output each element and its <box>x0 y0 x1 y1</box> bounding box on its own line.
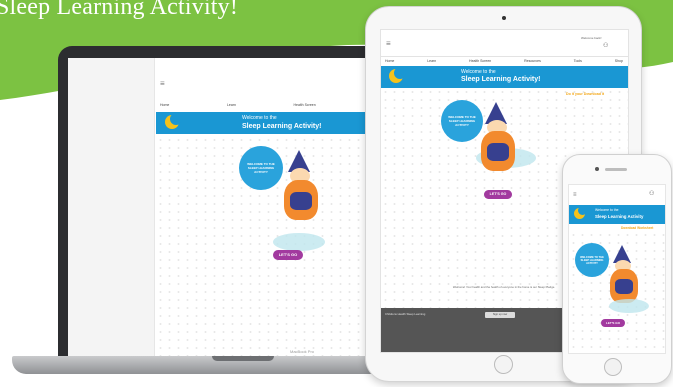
tablet-nav: Home Learn Health Screen Resources Tools… <box>385 59 623 63</box>
welcome-bubble: WELCOME TO THE SLEEP LEARNING ACTIVITY <box>239 146 283 190</box>
laptop-sidebar <box>68 58 155 358</box>
nav-item-health-screen[interactable]: Health Screen <box>469 59 491 63</box>
nav-item-tools[interactable]: Tools <box>574 59 582 63</box>
nav-item-learn[interactable]: Learn <box>427 59 436 63</box>
welcome-bubble: WELCOME TO THE SLEEP LEARNING ACTIVITY <box>441 100 483 142</box>
banner-title: Sleep Learning Activity! <box>0 0 239 20</box>
nav-item-home[interactable]: Home <box>160 103 169 107</box>
welcome-bubble: WELCOME TO THE SLEEP LEARNING ACTIVITY <box>575 243 609 277</box>
moon-cut <box>170 113 182 125</box>
menu-icon[interactable]: ≡ <box>386 40 391 48</box>
phone-home-button[interactable] <box>604 358 622 376</box>
fox-pajamas-icon <box>615 279 633 294</box>
lets-go-button[interactable]: LET'S GO <box>484 190 512 199</box>
phone-camera <box>595 167 599 171</box>
nav-item-health-screen[interactable]: Health Screen <box>293 103 315 107</box>
divider <box>381 56 628 57</box>
moon-cut <box>394 67 406 79</box>
account-greeting: Welcome back! <box>581 36 602 40</box>
hero-welcome: Welcome to the <box>595 208 619 212</box>
laptop-screen: ≡ Home Learn Health Screen Resources Wel… <box>68 58 400 358</box>
fox-pajamas-icon <box>290 192 312 210</box>
splash-shape <box>273 233 325 251</box>
menu-icon[interactable]: ≡ <box>160 80 165 88</box>
menu-icon[interactable]: ≡ <box>573 192 577 198</box>
nav-item-home[interactable]: Home <box>385 59 394 63</box>
laptop-nav: Home Learn Health Screen Resources <box>160 103 390 107</box>
phone-hero: Welcome to the Sleep Learning Activity <box>569 205 665 224</box>
moon-cut <box>578 206 587 215</box>
phone-speaker <box>605 168 627 171</box>
nav-item-shop[interactable]: Shop <box>615 59 623 63</box>
hero-welcome: Welcome to the <box>461 69 496 75</box>
footer-signup-button[interactable]: Sign up now <box>485 312 515 318</box>
nav-item-learn[interactable]: Learn <box>227 103 236 107</box>
hero-title: Sleep Learning Activity <box>595 214 644 219</box>
user-icon[interactable]: ⚇ <box>649 190 654 197</box>
laptop-hero: Welcome to the Sleep Learning Activity! <box>156 112 400 134</box>
download-link[interactable]: Download Worksheet <box>621 226 653 230</box>
footer-left-text: Childrens Health Sleep Learning <box>385 312 426 316</box>
laptop-model-label: MacBook Pro <box>289 349 314 354</box>
splash-shape <box>609 299 649 313</box>
hero-title: Sleep Learning Activity! <box>242 123 322 130</box>
fox-pajamas-icon <box>487 143 509 161</box>
tablet-hero: Welcome to the Sleep Learning Activity! <box>381 66 628 88</box>
phone-screen: ≡ ⚇ Welcome to the Sleep Learning Activi… <box>568 184 666 354</box>
user-icon[interactable]: ⚇ <box>603 42 608 49</box>
nav-item-resources[interactable]: Resources <box>524 59 541 63</box>
tablet-camera <box>502 16 506 20</box>
hero-welcome: Welcome to the <box>242 115 277 121</box>
laptop-notch <box>212 356 274 361</box>
hero-title: Sleep Learning Activity! <box>461 76 541 83</box>
tablet-home-button[interactable] <box>494 355 513 374</box>
lets-go-button[interactable]: LET'S GO <box>273 250 303 260</box>
lets-go-button[interactable]: LET'S GO <box>601 319 625 327</box>
footer-note: Welcome! Your health and the health of e… <box>452 285 556 289</box>
